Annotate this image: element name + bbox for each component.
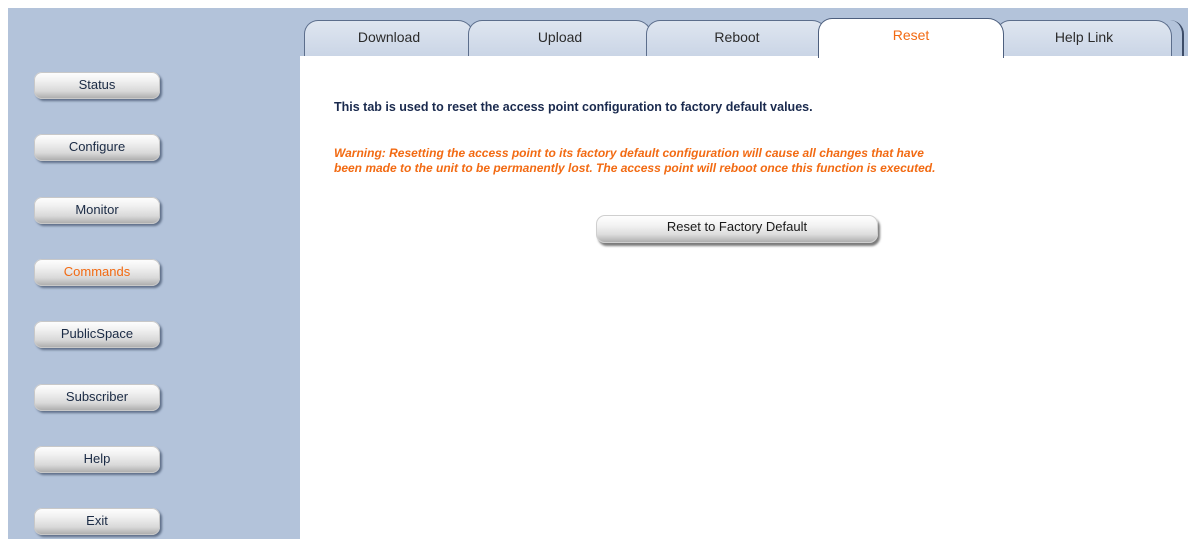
sidebar-nav: Status Configure Monitor Commands Public… — [8, 8, 300, 539]
tab-reboot[interactable]: Reboot — [646, 20, 828, 56]
tab-help-link[interactable]: Help Link — [996, 20, 1172, 56]
tab-reset[interactable]: Reset — [818, 18, 1004, 58]
nav-button-monitor[interactable]: Monitor — [34, 197, 160, 224]
reset-warning-line-2: been made to the unit to be permanently … — [334, 161, 936, 175]
reset-warning-line-1: Warning: Resetting the access point to i… — [334, 146, 924, 160]
nav-button-status[interactable]: Status — [34, 72, 160, 99]
tab-bar-edge — [1170, 20, 1184, 56]
reset-warning: Warning: Resetting the access point to i… — [334, 146, 1154, 176]
nav-button-commands[interactable]: Commands — [34, 259, 160, 286]
nav-button-subscriber[interactable]: Subscriber — [34, 384, 160, 411]
nav-button-publicspace[interactable]: PublicSpace — [34, 321, 160, 348]
main-content: This tab is used to reset the access poi… — [300, 56, 1188, 539]
nav-button-help[interactable]: Help — [34, 446, 160, 473]
nav-button-configure[interactable]: Configure — [34, 134, 160, 161]
reset-to-factory-default-button[interactable]: Reset to Factory Default — [596, 215, 878, 243]
tab-upload[interactable]: Upload — [468, 20, 652, 56]
tab-bar: Download Upload Reboot Reset Help Link — [300, 8, 1188, 58]
nav-button-exit[interactable]: Exit — [34, 508, 160, 535]
tab-download[interactable]: Download — [304, 20, 474, 56]
reset-description: This tab is used to reset the access poi… — [334, 100, 813, 114]
